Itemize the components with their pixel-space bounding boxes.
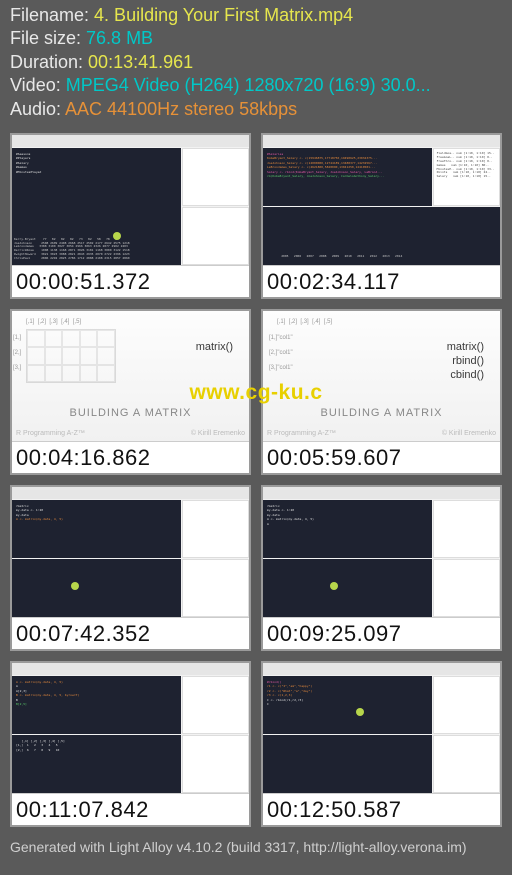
slide-footer-left: R Programming A-Z™ (16, 430, 85, 437)
generator-footer: Generated with Light Alloy v4.10.2 (buil… (10, 839, 502, 855)
timestamp: 00:12:50.587 (263, 793, 500, 825)
timestamp: 00:09:25.097 (263, 617, 500, 649)
video-row: Video: MPEG4 Video (H264) 1280x720 (16:9… (10, 74, 502, 97)
slide-func: rbind() (452, 355, 484, 367)
thumbnail-3: [,1] [,2] [,3] [,4] [,5] [1,][2,][3,] ma… (10, 309, 251, 475)
thumbnail-1: #Seasons#Players#Salary#Games#MinutesPla… (10, 133, 251, 299)
video-label: Video: (10, 75, 66, 95)
audio-label: Audio: (10, 99, 65, 119)
thumbnail-grid: #Seasons#Players#Salary#Games#MinutesPla… (10, 133, 502, 827)
audio-value: AAC 44100Hz stereo 58kbps (65, 99, 297, 119)
thumbnail-7: A <- matrix(my.data, 4, 5)AA[2,3]B <- ma… (10, 661, 251, 827)
thumbnail-image: #rbind()r1 <- c("I","am","happy")r2 <- c… (263, 663, 500, 793)
audio-row: Audio: AAC 44100Hz stereo 58kbps (10, 98, 502, 121)
thumbnail-image: ?matrixmy.data <- 1:20my.dataA <- matrix… (12, 487, 249, 617)
timestamp: 00:00:51.372 (12, 265, 249, 297)
thumbnail-image: A <- matrix(my.data, 4, 5)AA[2,3]B <- ma… (12, 663, 249, 793)
thumbnail-2: #Salaries KobeBryant_Salary <- c(1594687… (261, 133, 502, 299)
slide-title: BUILDING A MATRIX (263, 407, 500, 419)
filename-label: Filename: (10, 5, 94, 25)
thumbnail-8: #rbind()r1 <- c("I","am","happy")r2 <- c… (261, 661, 502, 827)
duration-value: 00:13:41.961 (88, 52, 193, 72)
filesize-label: File size: (10, 28, 86, 48)
thumbnail-image: #Seasons#Players#Salary#Games#MinutesPla… (12, 135, 249, 265)
filename-row: Filename: 4. Building Your First Matrix.… (10, 4, 502, 27)
slide-footer-left: R Programming A-Z™ (267, 430, 336, 437)
timestamp: 00:07:42.352 (12, 617, 249, 649)
filesize-row: File size: 76.8 MB (10, 27, 502, 50)
slide-func: matrix() (447, 341, 484, 353)
thumbnail-image: #Salaries KobeBryant_Salary <- c(1594687… (263, 135, 500, 265)
file-info: Filename: 4. Building Your First Matrix.… (10, 4, 502, 121)
duration-label: Duration: (10, 52, 88, 72)
slide-title: BUILDING A MATRIX (12, 407, 249, 419)
slide-func: cbind() (450, 369, 484, 381)
timestamp: 00:04:16.862 (12, 441, 249, 473)
slide-footer-right: © Kirill Eremenko (442, 430, 496, 437)
thumbnail-image: [,1] [,2] [,3] [,4] [,5] [1,]"col1"[2,]"… (263, 311, 500, 441)
thumbnail-5: ?matrixmy.data <- 1:20my.dataA <- matrix… (10, 485, 251, 651)
video-value: MPEG4 Video (H264) 1280x720 (16:9) 30.0.… (66, 75, 431, 95)
thumbnail-image: [,1] [,2] [,3] [,4] [,5] [1,][2,][3,] ma… (12, 311, 249, 441)
thumbnail-4: [,1] [,2] [,3] [,4] [,5] [1,]"col1"[2,]"… (261, 309, 502, 475)
filename-value: 4. Building Your First Matrix.mp4 (94, 5, 353, 25)
thumbnail-image: ?matrixmy.data <- 1:20my.dataA <- matrix… (263, 487, 500, 617)
timestamp: 00:02:34.117 (263, 265, 500, 297)
slide-func: matrix() (196, 341, 233, 353)
thumbnail-6: ?matrixmy.data <- 1:20my.dataA <- matrix… (261, 485, 502, 651)
timestamp: 00:11:07.842 (12, 793, 249, 825)
filesize-value: 76.8 MB (86, 28, 153, 48)
slide-footer-right: © Kirill Eremenko (191, 430, 245, 437)
duration-row: Duration: 00:13:41.961 (10, 51, 502, 74)
timestamp: 00:05:59.607 (263, 441, 500, 473)
